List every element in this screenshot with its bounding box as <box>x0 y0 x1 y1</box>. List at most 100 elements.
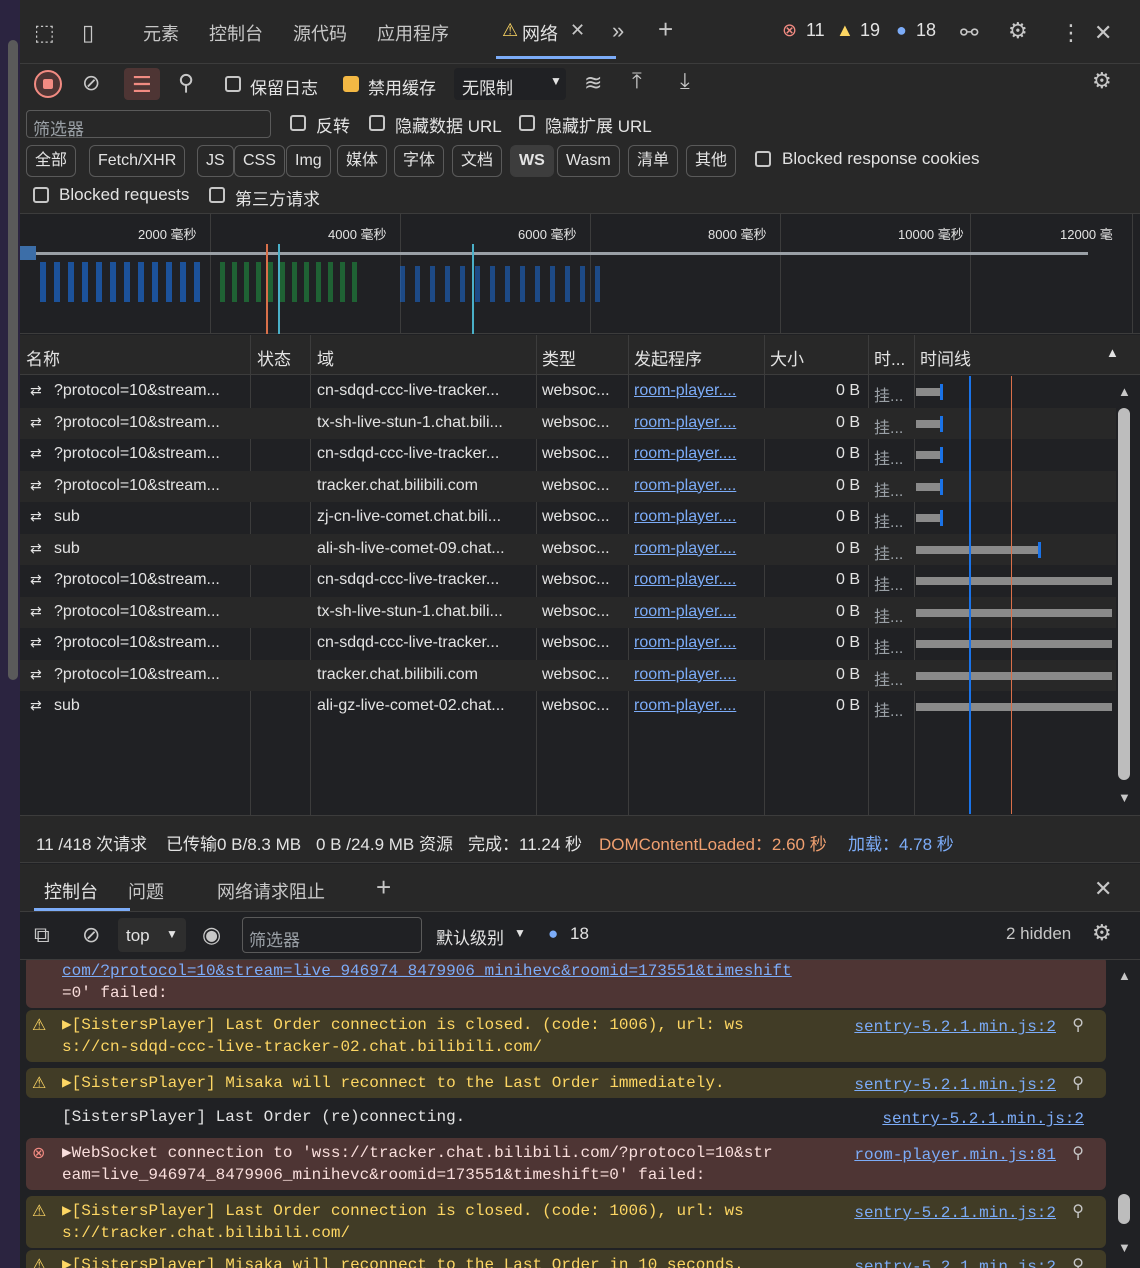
message-source-link[interactable]: sentry-5.2.1.min.js:2 <box>854 1256 1056 1268</box>
sidebar-toggle-icon[interactable]: ⧉ <box>34 924 50 946</box>
console-message[interactable]: ⚠ ▶[SistersPlayer] Misaka will reconnect … <box>26 1068 1106 1098</box>
network-settings-icon[interactable]: ⚙ <box>1092 70 1112 92</box>
tab-application[interactable]: 应用程序 <box>377 20 449 46</box>
scroll-thumb[interactable] <box>1118 408 1130 780</box>
column-status[interactable]: 状态 <box>257 345 291 370</box>
console-settings-icon[interactable]: ⚙ <box>1092 922 1112 944</box>
type-filter-2[interactable]: JS <box>197 145 234 177</box>
type-filter-1[interactable]: Fetch/XHR <box>89 145 186 177</box>
type-filter-10[interactable]: 清单 <box>628 145 679 177</box>
window-scrollbar[interactable] <box>8 40 18 680</box>
type-filter-4[interactable]: Img <box>286 145 331 177</box>
third-party-checkbox[interactable] <box>209 187 225 203</box>
type-filter-11[interactable]: 其他 <box>686 145 737 177</box>
row-initiator[interactable]: room-player.... <box>634 540 764 558</box>
sort-up-icon[interactable]: ▲ <box>1106 345 1119 360</box>
add-drawer-tab-icon[interactable]: + <box>376 872 391 903</box>
request-row[interactable]: ⇄ ?protocol=10&stream... tx-sh-live-stun-1… <box>20 407 1118 439</box>
row-initiator[interactable]: room-player.... <box>634 666 764 684</box>
context-select[interactable]: top ▼ <box>118 918 186 952</box>
log-level-select[interactable]: 默认级别 <box>436 924 504 949</box>
row-initiator[interactable]: room-player.... <box>634 603 764 621</box>
request-row[interactable]: ⇄ ?protocol=10&stream... cn-sdqd-ccc-live-… <box>20 565 1118 597</box>
row-initiator[interactable]: room-player.... <box>634 697 764 715</box>
filter-toggle-button[interactable]: ☰ <box>124 68 160 100</box>
search-icon[interactable]: ⚲ <box>178 72 194 94</box>
tab-elements[interactable]: 元素 <box>143 20 179 46</box>
column-time[interactable]: 时... <box>874 345 905 370</box>
blocked-cookies-checkbox[interactable] <box>755 151 771 167</box>
more-tabs-icon[interactable]: » <box>612 18 624 44</box>
device-toolbar-icon[interactable]: ▯ <box>82 22 94 44</box>
row-initiator[interactable]: room-player.... <box>634 477 764 495</box>
add-tab-icon[interactable]: + <box>658 14 673 45</box>
table-scrollbar[interactable]: ▲ ▼ <box>1116 376 1136 814</box>
close-devtools-icon[interactable]: ✕ <box>1094 22 1112 44</box>
settings-gear-icon[interactable]: ⚙ <box>1008 20 1028 42</box>
info-count[interactable]: 18 <box>916 20 936 41</box>
console-message[interactable]: ⚠ ▶[SistersPlayer] Last Order connection … <box>26 1010 1106 1062</box>
message-source-link[interactable]: sentry-5.2.1.min.js:2 <box>854 1202 1056 1224</box>
request-row[interactable]: ⇄ ?protocol=10&stream... tracker.chat.bili… <box>20 659 1118 691</box>
close-tab-icon[interactable]: ✕ <box>570 20 585 41</box>
message-source-link[interactable]: sentry-5.2.1.min.js:2 <box>854 1016 1056 1038</box>
preserve-log-checkbox[interactable] <box>225 76 241 92</box>
hide-ext-url-checkbox[interactable] <box>519 115 535 131</box>
disable-cache-checkbox[interactable] <box>343 76 359 92</box>
search-source-icon[interactable]: ⚲ <box>1072 1142 1084 1164</box>
filter-input[interactable]: 筛选器 <box>26 110 271 139</box>
clear-icon[interactable]: ⊘ <box>82 72 100 94</box>
request-row[interactable]: ⇄ sub zj-cn-live-comet.chat.bili... websoc.… <box>20 502 1118 534</box>
customize-icon[interactable]: ⚯ <box>960 22 978 44</box>
live-expression-eye-icon[interactable]: ◉ <box>202 924 221 946</box>
console-message[interactable]: ⊗ ▶WebSocket connection to 'wss://tracker… <box>26 1138 1106 1190</box>
message-source-link[interactable]: sentry-5.2.1.min.js:2 <box>854 1074 1056 1096</box>
throttle-select[interactable]: 无限制 ▼ <box>454 68 566 100</box>
type-filter-3[interactable]: CSS <box>234 145 285 177</box>
type-filter-0[interactable]: 全部 <box>26 145 77 177</box>
warning-count[interactable]: 19 <box>860 20 880 41</box>
invert-checkbox[interactable] <box>290 115 306 131</box>
clear-console-icon[interactable]: ⊘ <box>82 924 100 946</box>
console-message[interactable]: com/?protocol=10&stream=live_946974_8479… <box>26 960 1106 1008</box>
type-filter-9[interactable]: Wasm <box>557 145 620 177</box>
scroll-up-icon[interactable]: ▲ <box>1118 384 1131 399</box>
row-initiator[interactable]: room-player.... <box>634 634 764 652</box>
search-source-icon[interactable]: ⚲ <box>1072 1254 1084 1268</box>
row-initiator[interactable]: room-player.... <box>634 571 764 589</box>
type-filter-6[interactable]: 字体 <box>394 145 445 177</box>
console-message[interactable]: ⚠ ▶[SistersPlayer] Misaka will reconnect … <box>26 1250 1106 1268</box>
import-har-icon[interactable]: ⤒ <box>632 70 642 92</box>
request-row[interactable]: ⇄ ?protocol=10&stream... tx-sh-live-stun-1… <box>20 596 1118 628</box>
overview-range-handle[interactable] <box>20 246 36 260</box>
request-row[interactable]: ⇄ ?protocol=10&stream... cn-sdqd-ccc-live-… <box>20 439 1118 471</box>
column-size[interactable]: 大小 <box>770 345 804 370</box>
console-scrollbar[interactable]: ▲ ▼ <box>1116 960 1136 1268</box>
console-filter-input[interactable]: 筛选器 <box>242 917 422 953</box>
type-filter-5[interactable]: 媒体 <box>337 145 388 177</box>
row-initiator[interactable]: room-player.... <box>634 445 764 463</box>
search-source-icon[interactable]: ⚲ <box>1072 1200 1084 1222</box>
console-scroll-thumb[interactable] <box>1118 1194 1130 1224</box>
request-row[interactable]: ⇄ ?protocol=10&stream... tracker.chat.bili… <box>20 470 1118 502</box>
network-conditions-icon[interactable]: ≋ <box>584 72 602 94</box>
console-message[interactable]: ⚠ ▶[SistersPlayer] Last Order connection … <box>26 1196 1106 1248</box>
hide-data-url-checkbox[interactable] <box>369 115 385 131</box>
error-count[interactable]: 11 <box>806 20 825 41</box>
search-source-icon[interactable]: ⚲ <box>1072 1072 1084 1094</box>
inspect-element-icon[interactable]: ⬚ <box>34 22 55 44</box>
column-name[interactable]: 名称 <box>26 345 60 370</box>
column-type[interactable]: 类型 <box>542 345 576 370</box>
export-har-icon[interactable]: ⤓ <box>680 70 690 92</box>
search-source-icon[interactable]: ⚲ <box>1072 1014 1084 1036</box>
scroll-up-icon[interactable]: ▲ <box>1118 968 1131 983</box>
drawer-tab-issues[interactable]: 问题 <box>128 878 164 904</box>
tab-network[interactable]: 网络 <box>522 20 558 46</box>
tab-console[interactable]: 控制台 <box>209 20 263 46</box>
scroll-down-icon[interactable]: ▼ <box>1118 790 1131 805</box>
network-overview[interactable]: 2000 毫秒 4000 毫秒 6000 毫秒 8000 毫秒 10000 毫秒 1200… <box>20 214 1140 334</box>
row-initiator[interactable]: room-player.... <box>634 508 764 526</box>
request-row[interactable]: ⇄ sub ali-gz-live-comet-02.chat... websoc..… <box>20 691 1118 723</box>
request-row[interactable]: ⇄ sub ali-sh-live-comet-09.chat... websoc..… <box>20 533 1118 565</box>
close-drawer-icon[interactable]: ✕ <box>1094 876 1112 902</box>
